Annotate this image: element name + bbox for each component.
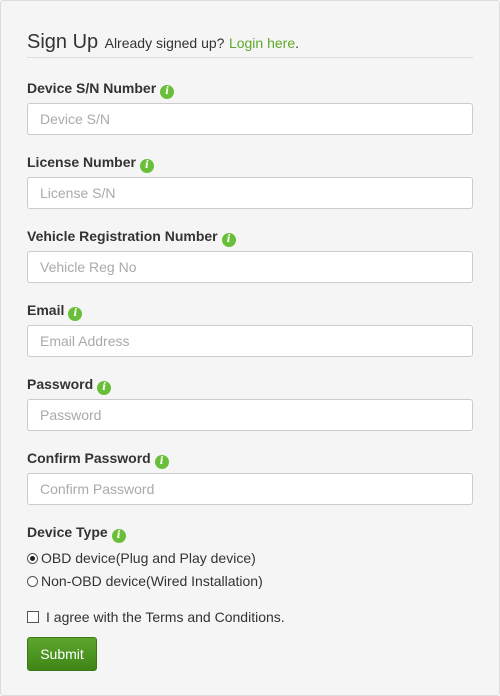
- page-title: Sign Up: [27, 31, 99, 53]
- confirm-password-input[interactable]: [27, 473, 473, 505]
- email-input[interactable]: [27, 325, 473, 357]
- license-number-label: License Number i: [27, 153, 154, 173]
- info-icon[interactable]: i: [139, 159, 154, 173]
- confirm-password-label: Confirm Password i: [27, 449, 169, 469]
- login-suffix: .: [295, 35, 299, 51]
- device-type-option-non-obd[interactable]: Non-OBD device(Wired Installation): [27, 572, 263, 590]
- password-label-text: Password: [27, 376, 94, 392]
- info-icon[interactable]: i: [154, 455, 169, 469]
- confirm-password-label-text: Confirm Password: [27, 450, 151, 466]
- device-type-option-obd[interactable]: OBD device(Plug and Play device): [27, 549, 256, 567]
- signup-header: Sign Up Already signed up? Login here.: [27, 31, 473, 58]
- terms-label: I agree with the Terms and Conditions.: [46, 609, 285, 625]
- info-icon[interactable]: i: [160, 85, 175, 99]
- device-sn-label: Device S/N Number i: [27, 79, 175, 99]
- submit-button[interactable]: Submit: [27, 637, 97, 671]
- info-icon[interactable]: i: [111, 529, 126, 543]
- radio-button-checked[interactable]: [27, 553, 38, 564]
- license-number-input[interactable]: [27, 177, 473, 209]
- device-type-option-obd-label: OBD device(Plug and Play device): [41, 550, 256, 566]
- login-link[interactable]: Login here: [229, 35, 295, 51]
- device-type-option-non-obd-label: Non-OBD device(Wired Installation): [41, 573, 263, 589]
- license-number-label-text: License Number: [27, 154, 136, 170]
- radio-button[interactable]: [27, 576, 38, 587]
- signup-panel: Sign Up Already signed up? Login here. D…: [0, 0, 500, 696]
- device-sn-input[interactable]: [27, 103, 473, 135]
- email-label-text: Email: [27, 302, 65, 318]
- info-icon[interactable]: i: [97, 381, 112, 395]
- terms-row[interactable]: I agree with the Terms and Conditions.: [27, 608, 285, 626]
- password-label: Password i: [27, 375, 112, 395]
- password-input[interactable]: [27, 399, 473, 431]
- already-signed-up-text: Already signed up?: [104, 35, 225, 51]
- device-type-label: Device Type i: [27, 523, 126, 543]
- device-type-label-text: Device Type: [27, 524, 108, 540]
- vehicle-reg-label: Vehicle Registration Number i: [27, 227, 236, 247]
- info-icon[interactable]: i: [221, 233, 236, 247]
- vehicle-reg-label-text: Vehicle Registration Number: [27, 228, 218, 244]
- info-icon[interactable]: i: [68, 307, 83, 321]
- email-label: Email i: [27, 301, 83, 321]
- vehicle-reg-input[interactable]: [27, 251, 473, 283]
- terms-checkbox[interactable]: [27, 611, 39, 623]
- device-sn-label-text: Device S/N Number: [27, 80, 157, 96]
